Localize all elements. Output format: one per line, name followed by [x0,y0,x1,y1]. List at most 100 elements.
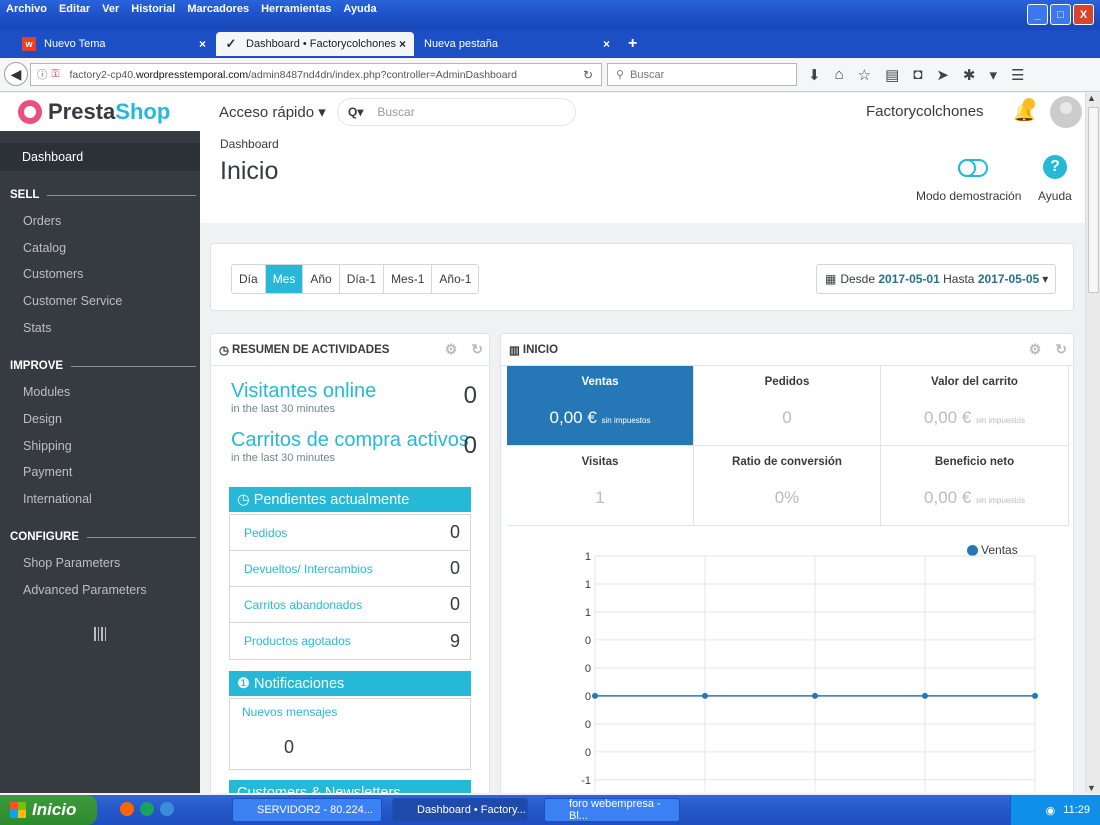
pending-orders-row[interactable]: Pedidos 0 [230,515,470,551]
data-point[interactable] [1032,692,1038,699]
toggle-demo-icon[interactable] [958,159,988,177]
pocket-icon[interactable]: ◘ [913,66,922,84]
sidebar-item-shop-parameters[interactable]: Shop Parameters [23,556,120,570]
breadcrumb[interactable]: Dashboard [220,137,279,151]
period-day-button[interactable]: Día [232,265,266,293]
data-point[interactable] [812,692,818,699]
bookmark-star-icon[interactable]: ☆ [858,66,871,84]
shop-name-link[interactable]: Factorycolchones [866,103,984,120]
sidebar-item-customer-service[interactable]: Customer Service [23,294,122,308]
tab-nuevo-tema[interactable]: w Nuevo Tema × [14,32,214,56]
sidebar-item-orders[interactable]: Orders [23,214,61,228]
scroll-down-arrow-icon[interactable]: ▼ [1087,783,1096,793]
task-foro-webempresa[interactable]: foro webempresa - Bl... [544,798,680,822]
tab-nueva-pestana[interactable]: Nueva pestaña × [416,32,618,56]
active-carts-link[interactable]: Carritos de compra activos [231,429,469,452]
kpi-orders[interactable]: Pedidos 0 [694,366,881,446]
menu-archivo[interactable]: Archivo [6,3,47,15]
minimize-button[interactable]: _ [1027,4,1048,25]
data-point[interactable] [702,692,708,699]
send-icon[interactable]: ➤ [936,66,949,84]
tab-dashboard[interactable]: ✓ Dashboard • Factorycolchones × [216,32,414,56]
overflow-chevron-icon[interactable]: ▾ [990,66,998,84]
notifications-bell-icon[interactable]: 🔔 [1013,98,1035,123]
firefox-icon[interactable] [120,802,134,816]
kpi-conversion[interactable]: Ratio de conversión 0% [694,446,881,526]
download-icon[interactable]: ⬇ [808,66,821,84]
quick-access-dropdown[interactable]: Acceso rápido ▾ [219,103,326,121]
kpi-visits[interactable]: Visitas 1 [507,446,694,526]
kpi-cart-value[interactable]: Valor del carrito 0,00 € sin impuestos [881,366,1069,446]
scroll-up-arrow-icon[interactable]: ▲ [1087,93,1096,103]
period-year-button[interactable]: Año [303,265,340,293]
menu-herramientas[interactable]: Herramientas [261,3,331,15]
period-month-button[interactable]: Mes [265,265,304,293]
reload-icon[interactable]: ↻ [583,68,593,82]
menu-ayuda[interactable]: Ayuda [343,3,376,15]
network-icon[interactable]: ◉ [1046,804,1056,817]
period-prev-day-button[interactable]: Día-1 [340,265,385,293]
page-scrollbar[interactable]: ▲ ▼ [1085,93,1100,793]
chrome-icon[interactable] [140,802,154,816]
reading-list-icon[interactable]: ▤ [885,66,899,84]
addon-icon[interactable]: ✱ [963,66,976,84]
kpi-sales[interactable]: Ventas 0,00 € sin impuestos [507,366,694,446]
period-prev-year-button[interactable]: Año-1 [432,265,478,293]
kpi-net-profit[interactable]: Beneficio neto 0,00 € sin impuestos [881,446,1069,526]
sidebar-collapse-icon[interactable] [94,627,106,641]
hamburger-menu-icon[interactable]: ☰ [1011,66,1024,84]
ie-icon[interactable] [160,802,174,816]
chart-legend[interactable]: Ventas [967,543,1018,557]
new-messages-tab[interactable]: Nuevos mensajes [230,699,470,719]
pending-abandoned-carts-row[interactable]: Carritos abandonados 0 [230,587,470,623]
prestashop-logo[interactable]: Presta Shop [18,99,170,125]
data-point[interactable] [922,692,928,699]
refresh-icon[interactable]: ↻ [1055,341,1067,358]
demo-mode-button[interactable]: Modo demostración [916,189,1021,203]
back-arrow-icon[interactable]: ◀ [4,62,28,86]
sidebar-item-dashboard[interactable]: Dashboard [0,143,200,171]
maximize-button[interactable]: □ [1050,4,1071,25]
sidebar-item-customers[interactable]: Customers [23,267,83,281]
sidebar-item-advanced-parameters[interactable]: Advanced Parameters [23,583,147,597]
menu-marcadores[interactable]: Marcadores [187,3,249,15]
sidebar-item-payment[interactable]: Payment [23,465,72,479]
refresh-icon[interactable]: ↻ [471,341,483,358]
sidebar-item-stats[interactable]: Stats [23,321,52,335]
home-icon[interactable]: ⌂ [835,66,844,84]
prestashop-app: Presta Shop Acceso rápido ▾ Q▾ Buscar Fac… [0,93,1100,793]
new-tab-button[interactable]: + [620,32,646,56]
sidebar-item-shipping[interactable]: Shipping [23,439,72,453]
info-icon[interactable]: ⓘ [37,67,48,82]
sidebar-item-design[interactable]: Design [23,412,62,426]
task-dashboard[interactable]: Dashboard • Factory... [392,798,528,822]
header-search-input[interactable]: Q▾ Buscar [337,98,576,126]
close-tab-icon[interactable]: × [399,37,406,51]
help-question-icon[interactable]: ? [1043,155,1067,179]
help-button[interactable]: Ayuda [1038,189,1072,203]
close-tab-icon[interactable]: × [199,37,206,51]
visitors-online-link[interactable]: Visitantes online [231,380,376,403]
search-scope-dropdown[interactable]: Q▾ [348,105,363,119]
sidebar-item-modules[interactable]: Modules [23,385,70,399]
gear-icon[interactable]: ⚙ [445,341,458,358]
task-servidor2[interactable]: SERVIDOR2 - 80.224... [232,798,382,822]
pending-out-of-stock-row[interactable]: Productos agotados 9 [230,623,470,659]
menu-editar[interactable]: Editar [59,3,90,15]
period-prev-month-button[interactable]: Mes-1 [384,265,433,293]
date-range-picker[interactable]: ▦ Desde 2017-05-01 Hasta 2017-05-05 ▾ [816,264,1056,294]
sidebar-item-catalog[interactable]: Catalog [23,241,66,255]
scroll-thumb[interactable] [1088,107,1099,293]
menu-ver[interactable]: Ver [102,3,119,15]
browser-search-input[interactable]: ⚲ Buscar [607,63,797,86]
url-bar[interactable]: ⓘ ⚿ factory2-cp40. wordpresstemporal.com /… [30,63,602,86]
start-button[interactable]: Inicio [0,795,97,825]
gear-icon[interactable]: ⚙ [1029,341,1042,358]
data-point[interactable] [592,692,598,699]
close-window-button[interactable]: X [1073,4,1094,25]
user-avatar[interactable] [1050,96,1082,128]
pending-returns-row[interactable]: Devueltos/ Intercambios 0 [230,551,470,587]
sidebar-item-international[interactable]: International [23,492,92,506]
menu-historial[interactable]: Historial [131,3,175,15]
close-tab-icon[interactable]: × [603,37,610,51]
